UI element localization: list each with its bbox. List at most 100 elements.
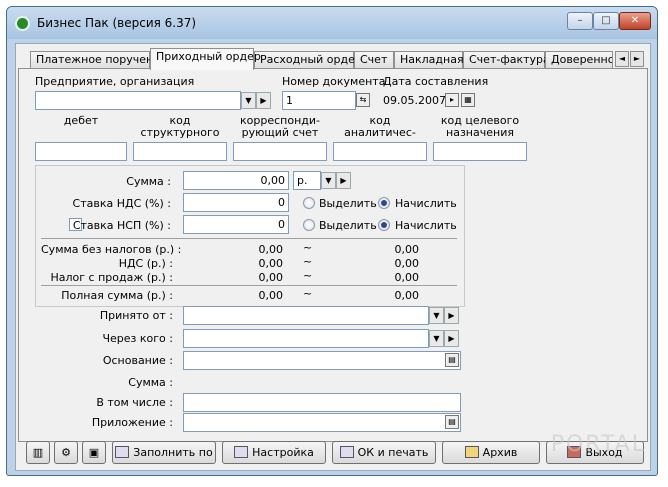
total-label: Сумма без налогов (р.) : [41, 243, 182, 256]
docnum-label: Номер документа [282, 75, 386, 88]
org-dropdown-icon[interactable]: ▼ [241, 92, 256, 109]
basis-notes-icon[interactable]: ▤ [445, 353, 459, 367]
corr-account-field[interactable] [233, 142, 327, 161]
org-field[interactable] [35, 91, 241, 110]
date-value[interactable]: 09.05.2007 [383, 94, 446, 107]
total-label: Налог с продаж (р.) : [50, 271, 173, 284]
nsp-charge-radio[interactable] [378, 219, 390, 231]
total-approx: ~ [303, 255, 313, 268]
date-today-icon[interactable]: ▸ [445, 93, 459, 107]
total-value: 0,00 [258, 257, 284, 270]
total-label: НДС (р.) : [118, 257, 173, 270]
total-value: 0,00 [258, 271, 284, 284]
printer-icon [339, 446, 354, 458]
including-label: В том числе : [96, 396, 173, 409]
calendar-icon[interactable]: ▦ [461, 93, 475, 107]
help-book-icon[interactable]: ▥ [26, 441, 50, 464]
tab-invoice[interactable]: Счет [354, 51, 394, 69]
vat-allocate-radio[interactable] [303, 197, 315, 209]
basis-field[interactable] [183, 351, 461, 370]
fill-by-button[interactable]: Заполнить по [112, 441, 216, 464]
tab-scroll-right-icon[interactable]: ► [630, 51, 644, 67]
tab-receipt-order[interactable]: Приходный ордер [150, 48, 261, 70]
minimize-button[interactable]: – [567, 12, 593, 30]
ok-print-label: ОК и печать [357, 446, 429, 459]
total-value-alt: 0,00 [394, 271, 420, 284]
via-browse-icon[interactable]: ▶ [444, 330, 459, 347]
total-approx: ~ [303, 287, 313, 300]
tab-expense-order[interactable]: Расходный ордер [254, 51, 362, 69]
org-browse-icon[interactable]: ▶ [256, 92, 271, 109]
watermark: PORTAL [550, 432, 646, 457]
sum-field[interactable]: 0,00 [183, 171, 289, 190]
save-disk-icon[interactable]: ▣ [82, 441, 106, 464]
currency-dropdown-icon[interactable]: ▼ [321, 172, 336, 189]
via-dropdown-icon[interactable]: ▼ [429, 330, 444, 347]
nsp-allocate-label: Выделить [319, 219, 377, 232]
currency-field[interactable]: р. [293, 171, 321, 190]
tab-scroll-left-icon[interactable]: ◄ [615, 51, 629, 67]
vat-label: Ставка НДС (%) : [72, 197, 171, 210]
org-label: Предприятие, организация [35, 75, 195, 88]
tab-power-of-attorney[interactable]: Доверенность [545, 51, 613, 69]
currency-browse-icon[interactable]: ▶ [336, 172, 351, 189]
ok-print-button[interactable]: ОК и печать [332, 441, 436, 464]
analytic-code-field[interactable] [333, 142, 427, 161]
settings-icon [234, 446, 249, 458]
vat-charge-label: Начислить [395, 197, 457, 210]
total-value-alt: 0,00 [394, 243, 420, 256]
tab-payment-order[interactable]: Платежное поручение [30, 51, 167, 69]
accepted-from-label: Принято от : [99, 309, 173, 322]
attachment-label: Приложение : [91, 416, 173, 429]
vat-charge-radio[interactable] [378, 197, 390, 209]
client-area: Платежное поручение Приходный ордер Расх… [15, 43, 651, 471]
attachment-notes-icon[interactable]: ▤ [445, 415, 459, 429]
app-window: Бизнес Пак (версия 6.37) – □ ✕ Платежное… [6, 6, 658, 476]
total-approx: ~ [303, 269, 313, 282]
nsp-field[interactable]: 0 [183, 215, 289, 234]
tab-strip: Платежное поручение Приходный ордер Расх… [16, 48, 652, 70]
receipt-order-panel: Предприятие, организация ▼ ▶ Номер докум… [18, 68, 648, 442]
settings-gear-icon[interactable]: ⚙ [54, 441, 78, 464]
title-bar: Бизнес Пак (версия 6.37) – □ ✕ [7, 7, 657, 39]
fill-by-label: Заполнить по [133, 446, 213, 459]
date-label: Дата составления [383, 75, 489, 88]
total-value: 0,00 [258, 243, 284, 256]
tab-waybill[interactable]: Накладная [394, 51, 464, 69]
nsp-allocate-radio[interactable] [303, 219, 315, 231]
settings-label: Настройка [252, 446, 314, 459]
via-label: Через кого : [102, 332, 174, 345]
tab-tax-invoice[interactable]: Счет-фактура [463, 51, 550, 69]
divider [41, 285, 457, 286]
unit-code-field[interactable] [133, 142, 227, 161]
col-purpose-code-label: код целевого назначения [440, 114, 520, 139]
nsp-charge-label: Начислить [395, 219, 457, 232]
archive-label: Архив [482, 446, 518, 459]
total-approx: ~ [303, 241, 313, 254]
nsp-label: Ставка НСП (%) : [72, 219, 171, 232]
docnum-increment-icon[interactable]: ⇆ [356, 93, 370, 107]
basis-label: Основание : [102, 354, 173, 367]
vat-allocate-label: Выделить [319, 197, 377, 210]
close-button[interactable]: ✕ [619, 12, 651, 30]
maximize-button[interactable]: □ [593, 12, 619, 30]
total-value-alt: 0,00 [394, 257, 420, 270]
accepted-from-browse-icon[interactable]: ▶ [444, 307, 459, 324]
app-icon [15, 16, 30, 31]
docnum-field[interactable]: 1 [282, 91, 356, 110]
divider [41, 238, 457, 239]
accepted-from-dropdown-icon[interactable]: ▼ [429, 307, 444, 324]
archive-icon [464, 446, 479, 458]
settings-button[interactable]: Настройка [222, 441, 326, 464]
via-field[interactable] [183, 329, 429, 348]
purpose-code-field[interactable] [433, 142, 527, 161]
attachment-field[interactable] [183, 413, 461, 432]
total-value-alt: 0,00 [394, 289, 420, 302]
accepted-from-field[interactable] [183, 306, 429, 325]
debit-field[interactable] [35, 142, 127, 161]
vat-field[interactable]: 0 [183, 193, 289, 212]
total-value: 0,00 [258, 289, 284, 302]
archive-button[interactable]: Архив [442, 441, 540, 464]
including-field[interactable] [183, 393, 461, 412]
window-title: Бизнес Пак (версия 6.37) [37, 16, 197, 30]
